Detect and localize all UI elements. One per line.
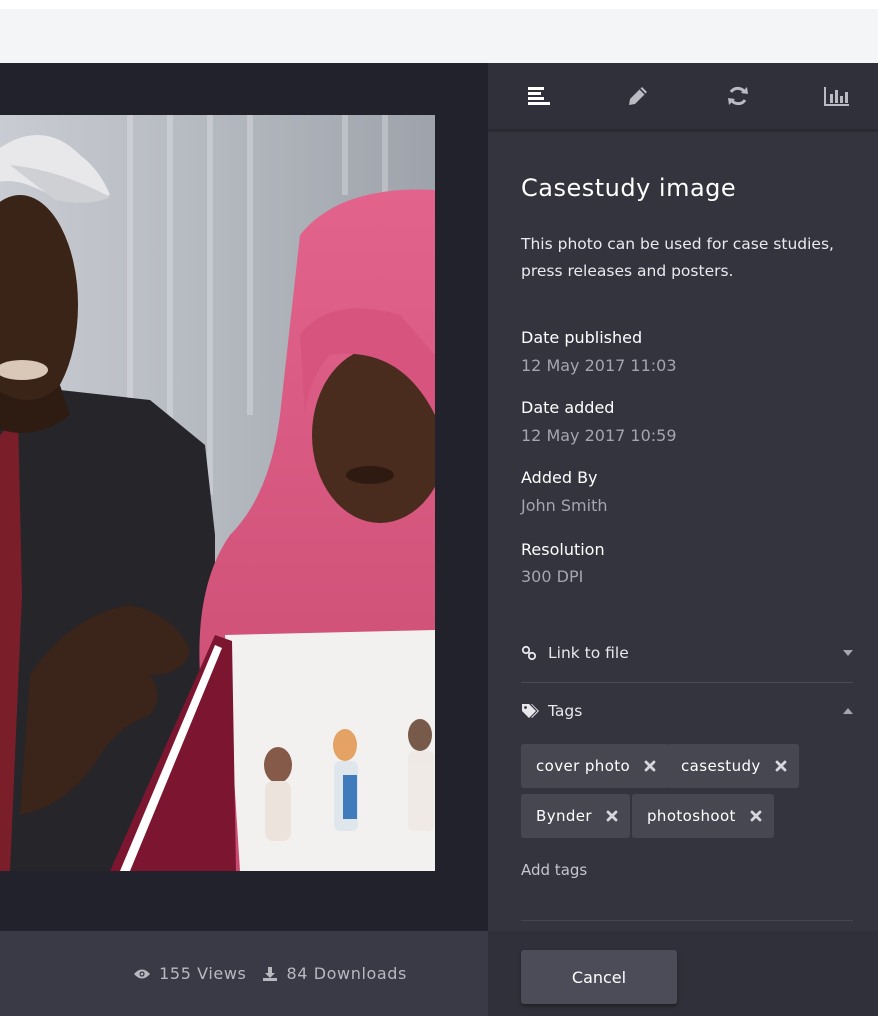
section-divider — [521, 920, 853, 921]
remove-tag-icon[interactable] — [750, 810, 762, 822]
asset-stats-bar: 155 Views 84 Downloads — [0, 931, 488, 1016]
cancel-button[interactable]: Cancel — [521, 950, 677, 1004]
added-by-label: Added By — [521, 468, 598, 487]
tag-chip[interactable]: casestudy — [666, 744, 799, 788]
pencil-icon — [629, 87, 648, 105]
views-count: 155 Views — [159, 964, 247, 983]
chevron-up-icon — [843, 708, 853, 714]
tag-chip[interactable]: cover photo — [521, 744, 669, 788]
remove-tag-icon[interactable] — [775, 760, 787, 772]
asset-title: Casestudy image — [521, 174, 737, 202]
tab-info[interactable] — [526, 83, 552, 109]
resolution-label: Resolution — [521, 540, 605, 559]
link-to-file-toggle[interactable]: Link to file — [521, 640, 853, 666]
download-icon — [263, 966, 278, 981]
asset-preview-image[interactable] — [0, 115, 435, 871]
chevron-down-icon — [843, 650, 853, 656]
eye-icon — [134, 969, 151, 978]
link-icon — [521, 645, 541, 661]
tab-edit[interactable] — [625, 83, 651, 109]
views-stat: 155 Views — [133, 964, 246, 983]
tag-label: cover photo — [536, 757, 631, 775]
panel-tab-bar — [488, 63, 878, 132]
tag-chip[interactable]: Bynder — [521, 794, 630, 838]
asset-details-panel: Casestudy image This photo can be used f… — [488, 63, 878, 931]
tag-label: Bynder — [536, 807, 592, 825]
downloads-stat: 84 Downloads — [262, 964, 407, 983]
top-bar — [0, 0, 878, 9]
date-added-value: 12 May 2017 10:59 — [521, 426, 677, 445]
remove-tag-icon[interactable] — [644, 760, 656, 772]
align-left-icon — [528, 87, 550, 105]
tag-label: casestudy — [681, 757, 761, 775]
panel-action-bar: Cancel — [488, 931, 878, 1016]
bar-chart-icon — [823, 87, 849, 106]
date-published-label: Date published — [521, 328, 643, 347]
tab-versions[interactable] — [725, 83, 751, 109]
refresh-icon — [727, 86, 748, 106]
remove-tag-icon[interactable] — [606, 810, 618, 822]
tags-toggle[interactable]: Tags — [521, 698, 853, 724]
downloads-count: 84 Downloads — [286, 964, 407, 983]
resolution-value: 300 DPI — [521, 567, 584, 586]
tag-chip[interactable]: photoshoot — [632, 794, 774, 838]
add-tags-input[interactable]: Add tags — [521, 861, 587, 879]
asset-description: This photo can be used for case studies,… — [521, 235, 834, 280]
tags-icon — [521, 703, 541, 719]
image-viewer — [0, 63, 488, 931]
date-published-value: 12 May 2017 11:03 — [521, 356, 677, 375]
link-to-file-label: Link to file — [548, 644, 629, 662]
tags-label: Tags — [548, 702, 583, 720]
section-divider — [521, 682, 853, 683]
added-by-value: John Smith — [521, 496, 608, 515]
tag-label: photoshoot — [647, 807, 736, 825]
date-added-label: Date added — [521, 398, 615, 417]
tab-analytics[interactable] — [823, 83, 850, 109]
